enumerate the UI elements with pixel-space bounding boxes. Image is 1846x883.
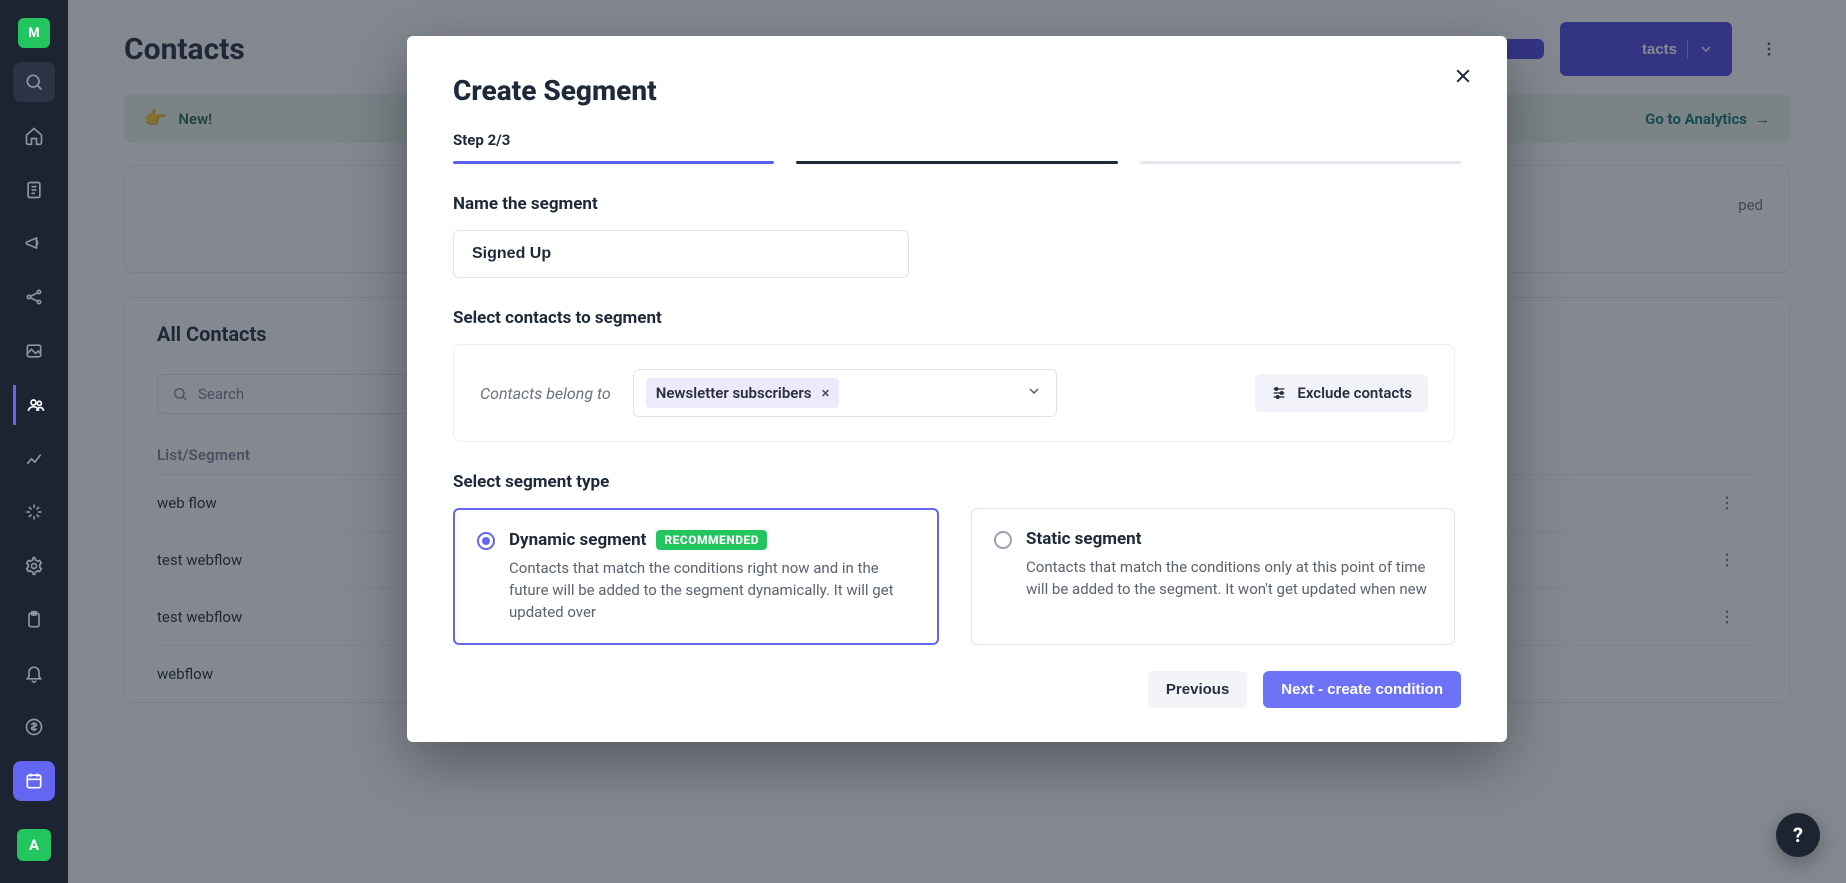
radio-selected-icon xyxy=(477,532,495,550)
contact-chip-label: Newsletter subscribers xyxy=(656,384,812,402)
step-bar-1 xyxy=(453,161,774,164)
image-icon[interactable] xyxy=(13,331,55,371)
previous-button[interactable]: Previous xyxy=(1148,671,1247,708)
contact-chip: Newsletter subscribers × xyxy=(646,378,840,408)
bell-icon[interactable] xyxy=(13,654,55,694)
billing-icon[interactable] xyxy=(13,707,55,747)
sparkle-icon[interactable] xyxy=(13,492,55,532)
segment-name-input[interactable] xyxy=(453,230,909,278)
user-avatar[interactable]: A xyxy=(17,829,51,861)
static-segment-option[interactable]: Static segment Contacts that match the c… xyxy=(971,508,1455,645)
modal-footer: Previous Next - create condition xyxy=(453,671,1461,708)
sliders-icon xyxy=(1271,385,1287,401)
close-button[interactable] xyxy=(1453,66,1473,90)
radio-unselected-icon xyxy=(994,531,1012,549)
dynamic-segment-option[interactable]: Dynamic segment RECOMMENDED Contacts tha… xyxy=(453,508,939,645)
left-nav-rail: M xyxy=(0,0,68,883)
clipboard-icon[interactable] xyxy=(13,600,55,640)
dynamic-segment-title: Dynamic segment xyxy=(509,530,646,550)
static-segment-desc: Contacts that match the conditions only … xyxy=(1026,557,1432,601)
close-icon xyxy=(1453,66,1473,86)
step-progress xyxy=(453,161,1461,164)
step-bar-2 xyxy=(796,161,1117,164)
step-bar-3 xyxy=(1140,161,1461,164)
step-label: Step 2/3 xyxy=(453,131,1461,149)
chip-remove-button[interactable]: × xyxy=(821,384,829,402)
recommended-badge: RECOMMENDED xyxy=(656,530,767,550)
name-segment-label: Name the segment xyxy=(453,194,1455,214)
analytics-icon[interactable] xyxy=(13,439,55,479)
segment-type-label: Select segment type xyxy=(453,472,1455,492)
avatar-letter: A xyxy=(29,836,39,854)
contacts-select[interactable]: Newsletter subscribers × xyxy=(633,369,1057,417)
document-icon[interactable] xyxy=(13,170,55,210)
help-icon: ? xyxy=(1793,823,1803,847)
home-icon[interactable] xyxy=(13,116,55,156)
contacts-box: Contacts belong to Newsletter subscriber… xyxy=(453,344,1455,442)
share-icon[interactable] xyxy=(13,277,55,317)
exclude-contacts-button[interactable]: Exclude contacts xyxy=(1255,374,1428,412)
modal-title: Create Segment xyxy=(453,74,1461,107)
exclude-contacts-label: Exclude contacts xyxy=(1297,384,1412,402)
modal-overlay[interactable]: Create Segment Step 2/3 Name the segment xyxy=(68,0,1846,883)
previous-label: Previous xyxy=(1166,681,1229,698)
logo-letter: M xyxy=(28,26,39,41)
megaphone-icon[interactable] xyxy=(13,224,55,264)
create-segment-modal: Create Segment Step 2/3 Name the segment xyxy=(407,36,1507,742)
contacts-icon[interactable] xyxy=(13,385,55,425)
chevron-down-icon xyxy=(1026,383,1042,403)
select-contacts-label: Select contacts to segment xyxy=(453,308,1455,328)
contacts-belong-to-label: Contacts belong to xyxy=(480,384,611,403)
dynamic-segment-desc: Contacts that match the conditions right… xyxy=(509,558,915,623)
static-segment-title: Static segment xyxy=(1026,529,1141,549)
app-logo[interactable]: M xyxy=(18,18,50,48)
calendar-icon[interactable] xyxy=(13,761,55,801)
next-create-condition-button[interactable]: Next - create condition xyxy=(1263,671,1461,708)
next-label: Next - create condition xyxy=(1281,681,1443,698)
search-icon[interactable] xyxy=(13,62,55,102)
help-button[interactable]: ? xyxy=(1776,813,1820,857)
settings-icon[interactable] xyxy=(13,546,55,586)
